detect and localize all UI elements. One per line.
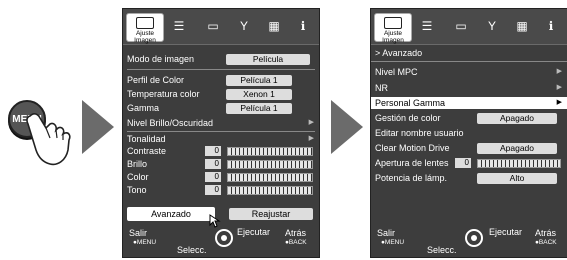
chevron-right-icon: ▶ xyxy=(308,135,314,142)
back-label: Atrás xyxy=(535,228,557,238)
chevron-right-icon: ▶ xyxy=(556,99,562,106)
picture-adjust-panel: Ajuste Imagen ☰ ▭ Y ▦ ℹ Modo de imagen P… xyxy=(122,8,320,258)
settings-sliders-icon[interactable]: ☰ xyxy=(419,19,435,33)
picture-icon xyxy=(136,17,154,29)
next-step-arrow xyxy=(82,100,114,154)
tab-picture-adjust[interactable]: Ajuste Imagen xyxy=(374,13,412,44)
exit-key: ●MENU xyxy=(381,239,405,246)
navigation-ring-icon xyxy=(465,229,483,247)
lens-aperture-slider[interactable] xyxy=(477,159,561,168)
execute-label: Ejecutar xyxy=(237,227,271,237)
hand-pointer-icon xyxy=(26,113,71,166)
exit-key: ●MENU xyxy=(133,239,157,246)
personal-gamma-row[interactable]: Personal Gamma ▶ xyxy=(371,97,567,109)
chevron-right-icon: ▶ xyxy=(556,84,562,91)
hue-row[interactable]: Tono 0 xyxy=(123,184,319,196)
footer: Salir ●MENU Selecc. Ejecutar Atrás ●BACK xyxy=(371,223,567,257)
advanced-panel: Ajuste Imagen ☰ ▭ Y ▦ ℹ > Avanzado Nivel… xyxy=(370,8,567,258)
clear-motion-drive-row[interactable]: Clear Motion Drive Apagado xyxy=(371,142,567,154)
edit-user-name-row[interactable]: Editar nombre usuario xyxy=(371,127,567,139)
section-header: > Avanzado xyxy=(375,48,423,58)
tab-picture-adjust[interactable]: Ajuste Imagen xyxy=(126,13,164,44)
nr-row[interactable]: NR ▶ xyxy=(371,82,567,94)
back-key: ●BACK xyxy=(285,239,307,246)
divider xyxy=(371,61,567,62)
footer: Salir ●MENU Selecc. Ejecutar Atrás ●BACK xyxy=(123,223,319,257)
lens-aperture-row[interactable]: Apertura de lentes 0 xyxy=(371,157,567,169)
next-step-arrow xyxy=(331,100,363,154)
select-label: Selecc. xyxy=(427,245,457,255)
select-label: Selecc. xyxy=(177,245,207,255)
brightness-row[interactable]: Brillo 0 xyxy=(123,158,319,170)
picture-mode-value: Película xyxy=(226,54,310,65)
back-label: Atrás xyxy=(285,228,307,238)
chevron-right-icon: ▶ xyxy=(308,119,314,126)
contrast-row[interactable]: Contraste 0 xyxy=(123,145,319,157)
display-icon[interactable]: ▦ xyxy=(263,19,285,33)
install-icon[interactable]: Y xyxy=(484,19,500,33)
divider xyxy=(127,69,315,70)
advanced-button[interactable]: Avanzado xyxy=(127,207,215,221)
hue-slider[interactable] xyxy=(227,186,313,195)
color-profile-row[interactable]: Perfil de Color Película 1 xyxy=(123,74,319,86)
tint-row[interactable]: Tonalidad ▶ xyxy=(123,133,319,145)
lamp-power-row[interactable]: Potencia de lámp. Alto xyxy=(371,172,567,184)
navigation-ring-icon xyxy=(215,229,233,247)
mpc-level-row[interactable]: Nivel MPC ▶ xyxy=(371,66,567,78)
reset-button[interactable]: Reajustar xyxy=(229,208,313,220)
input-icon[interactable]: ▭ xyxy=(205,19,221,33)
execute-label: Ejecutar xyxy=(489,227,523,237)
color-slider[interactable] xyxy=(227,173,313,182)
back-key: ●BACK xyxy=(535,239,557,246)
display-icon[interactable]: ▦ xyxy=(511,19,533,33)
exit-label: Salir xyxy=(129,228,148,238)
input-icon[interactable]: ▭ xyxy=(453,19,469,33)
color-row[interactable]: Color 0 xyxy=(123,171,319,183)
divider xyxy=(127,131,315,132)
color-management-row[interactable]: Gestión de color Apagado xyxy=(371,112,567,124)
color-temperature-row[interactable]: Temperatura color Xenon 1 xyxy=(123,88,319,100)
brightness-darkness-row[interactable]: Nivel Brillo/Oscuridad ▶ xyxy=(123,117,319,129)
info-icon[interactable]: ℹ xyxy=(295,19,311,33)
gamma-row[interactable]: Gamma Película 1 xyxy=(123,102,319,114)
install-icon[interactable]: Y xyxy=(236,19,252,33)
picture-icon xyxy=(384,17,402,29)
settings-sliders-icon[interactable]: ☰ xyxy=(171,19,187,33)
exit-label: Salir xyxy=(377,228,396,238)
info-icon[interactable]: ℹ xyxy=(543,19,559,33)
picture-mode-row[interactable]: Modo de imagen Película xyxy=(123,53,319,65)
contrast-slider[interactable] xyxy=(227,147,313,156)
chevron-right-icon: ▶ xyxy=(556,68,562,75)
brightness-slider[interactable] xyxy=(227,160,313,169)
tab-bar: Ajuste Imagen ☰ ▭ Y ▦ ℹ xyxy=(371,9,567,45)
tab-bar: Ajuste Imagen ☰ ▭ Y ▦ ℹ xyxy=(123,9,319,45)
